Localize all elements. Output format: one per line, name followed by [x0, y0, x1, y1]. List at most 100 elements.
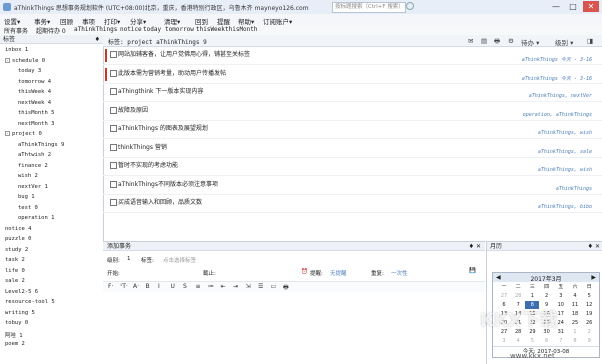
filter-overdue[interactable]: 超期待办 0 — [36, 26, 66, 35]
sidebar-item[interactable]: wish 2 — [18, 173, 38, 179]
sidebar-item[interactable]: aThtwish 2 — [18, 152, 51, 158]
sidebar-item[interactable]: inbox 1 — [5, 47, 28, 53]
sidebar-item[interactable]: poem 2 — [5, 341, 25, 347]
repeat-value[interactable]: 一次性 — [391, 269, 408, 277]
sidebar-item[interactable]: nextVer 1 — [18, 184, 48, 190]
task-row[interactable]: thinkThings 营销 aThinkThings, sale — [103, 140, 602, 158]
next-month-icon[interactable]: ▶ — [591, 274, 596, 281]
level-dropdown[interactable]: 级别 ▾ — [555, 37, 573, 47]
sidebar-item[interactable]: test 0 — [18, 205, 38, 211]
sidebar-item[interactable]: bug 1 — [18, 194, 35, 200]
task-title[interactable]: 网站加辅客备，让用户觉佛用心得，铺甚至关标签 — [118, 49, 250, 58]
sidebar-item[interactable]: - project 0 — [5, 131, 42, 137]
tags-input[interactable]: 点击选择标签 — [163, 256, 196, 264]
calendar-day[interactable]: 27 — [497, 292, 511, 300]
editor-table-button[interactable]: ☰ — [258, 283, 263, 290]
layout-icon[interactable]: ◨ — [587, 37, 593, 45]
editor-underline-button[interactable]: U — [171, 283, 175, 290]
calendar-day[interactable]: 2 — [540, 292, 554, 300]
sidebar-item[interactable]: operation 1 — [18, 215, 54, 221]
filter-thisweek[interactable]: thisWeek — [196, 26, 225, 33]
sidebar-item[interactable]: resource-tool 5 — [5, 299, 55, 305]
sidebar-item[interactable]: writing 5 — [5, 310, 35, 316]
mail-icon[interactable]: ✉ — [468, 37, 473, 45]
pin-close-icon[interactable]: ♦ ✕ — [469, 242, 481, 251]
task-checkbox[interactable] — [110, 125, 117, 132]
filter-tomorrow[interactable]: tomorrow — [165, 26, 194, 33]
close-button[interactable]: ✕ — [583, 1, 599, 12]
task-title[interactable]: 此版本需为营销考量，助动用户传播发帖 — [118, 68, 226, 77]
maximize-button[interactable]: □ — [565, 1, 581, 12]
editor-indent-button[interactable]: ⇥ — [233, 283, 238, 290]
sidebar-item[interactable]: finance 2 — [18, 163, 48, 169]
editor-font-size-button[interactable]: ᵗT· — [121, 283, 128, 290]
minimize-button[interactable]: — — [548, 1, 564, 12]
task-checkbox[interactable] — [110, 162, 117, 169]
calendar-day[interactable]: 11 — [568, 301, 582, 309]
pin-icon[interactable]: ♦ — [95, 35, 100, 44]
sidebar-item[interactable]: tomorrow 4 — [18, 79, 51, 85]
level-value[interactable]: 1 — [127, 256, 131, 262]
sidebar-item[interactable]: life 0 — [5, 268, 25, 274]
sidebar-item[interactable]: notice 4 — [5, 226, 32, 232]
editor-italic-button[interactable]: I — [158, 283, 160, 290]
calendar-month-title[interactable]: 2017年3月 — [493, 274, 599, 283]
pin-close-icon[interactable]: ♦ ✕ — [588, 242, 600, 251]
calendar-day[interactable]: 1 — [525, 292, 539, 300]
editor-font-color-button[interactable]: A· — [133, 283, 139, 290]
calendar-day[interactable]: 26 — [582, 319, 596, 327]
calendar-day[interactable]: 1 — [568, 328, 582, 336]
calendar-day[interactable]: 5 — [582, 292, 596, 300]
calendar-day[interactable]: 28 — [511, 292, 525, 300]
task-title[interactable]: thinkThings 营销 — [118, 142, 167, 151]
task-checkbox[interactable] — [110, 180, 117, 188]
editor-list-button[interactable]: ≔ — [208, 283, 214, 290]
task-title[interactable]: 买成语音输入和回顾，品质文数 — [118, 197, 202, 206]
save-icon[interactable]: 💾 — [469, 268, 476, 274]
remind-value[interactable]: 无提醒 — [330, 269, 347, 277]
sidebar-item[interactable]: thisMonth 5 — [18, 110, 54, 116]
calendar-day[interactable]: 19 — [582, 310, 596, 318]
editor-outdent-button[interactable]: ⇤ — [221, 283, 226, 290]
editor-strikethrough-button[interactable]: S — [183, 283, 187, 290]
sidebar-item[interactable]: task 2 — [5, 257, 25, 263]
task-row[interactable]: 故障及原因 operation, aThinkThings — [103, 103, 602, 121]
sidebar-item[interactable]: nextWeek 4 — [18, 100, 51, 106]
calendar-day[interactable]: 2 — [582, 328, 596, 336]
filter-thismonth[interactable]: thisMonth — [225, 26, 258, 33]
calendar-day[interactable]: 3 — [497, 337, 511, 345]
task-row[interactable]: 买成语音输入和回顾，品质文数 aThinkThings, bibo — [103, 195, 602, 213]
task-title[interactable]: aThingthink 下一版本实现内容 — [118, 86, 203, 95]
calendar-day[interactable]: 6 — [540, 337, 554, 345]
sidebar-item[interactable]: study 2 — [5, 247, 28, 253]
status-dropdown[interactable]: 待办 ▾ — [521, 37, 539, 47]
task-title[interactable]: aThinkThings 的图表及展望规划 — [118, 123, 208, 132]
filter-athinkthings[interactable]: aThinkThings — [74, 26, 117, 33]
task-checkbox[interactable] — [110, 143, 117, 151]
task-row[interactable]: 网站加辅客备，让用户觉佛用心得，铺甚至关标签 aThinkThings 今天 - … — [103, 47, 602, 65]
calendar-day[interactable]: 5 — [525, 337, 539, 345]
gear-icon[interactable]: ⚙ — [508, 37, 514, 45]
list-icon[interactable]: ▤ — [481, 37, 487, 45]
filter-notice[interactable]: notice — [120, 26, 142, 33]
task-row[interactable]: 暂时不实现的考虑功能 aThinkThings, wish — [103, 158, 602, 176]
sidebar-item[interactable]: thisWeek 4 — [18, 89, 51, 95]
sidebar-item[interactable]: Level2-5 6 — [5, 289, 38, 295]
task-title[interactable]: 暂时不实现的考虑功能 — [118, 160, 178, 169]
collapse-toggle-icon[interactable]: - — [5, 57, 10, 63]
collapse-toggle-icon[interactable]: - — [5, 131, 10, 136]
search-input[interactable]: 按标题搜索（Ctrl+F 搜索） — [332, 2, 406, 13]
sidebar-item[interactable]: 阿哇 1 — [5, 331, 23, 339]
calendar-day[interactable]: 9 — [582, 337, 596, 345]
task-row[interactable]: 此版本需为营销考量，助动用户传播发帖 aThinkThings 今天 - 3-16 — [103, 66, 602, 84]
task-row[interactable]: aThinkThings 的图表及展望规划 aThinkThings, wish — [103, 121, 602, 139]
calendar-day[interactable]: 8 — [568, 337, 582, 345]
task-checkbox[interactable] — [110, 69, 117, 77]
editor-bold-button[interactable]: B — [146, 283, 150, 290]
filter-today[interactable]: today — [143, 26, 161, 33]
sidebar-item[interactable]: aThinkThings 9 — [18, 142, 64, 148]
editor-font-family-button[interactable]: F· — [108, 283, 113, 290]
calendar-day[interactable]: 12 — [582, 301, 596, 309]
task-title[interactable]: 故障及原因 — [118, 105, 148, 114]
task-checkbox[interactable] — [110, 88, 117, 95]
